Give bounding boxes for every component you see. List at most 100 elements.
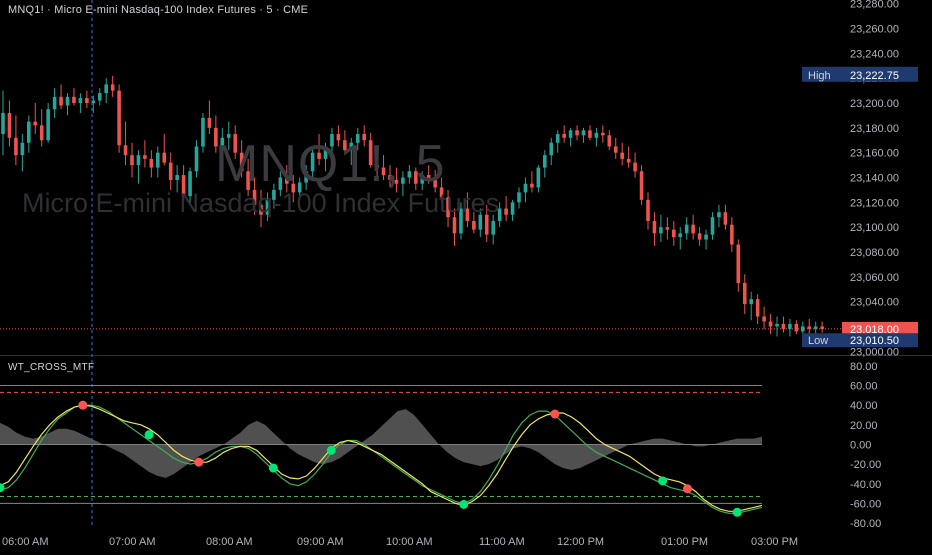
candle-body — [594, 132, 599, 138]
oscillator-axis-tick: -80.00 — [850, 518, 881, 530]
high-label-text: High — [808, 70, 831, 82]
candle-body — [517, 192, 521, 203]
price-axis-tick: 23,280.00 — [850, 0, 899, 11]
candle-body — [14, 137, 18, 156]
candle-body — [201, 117, 205, 147]
candle-body — [684, 224, 689, 234]
price-axis-tick: 23,100.00 — [850, 222, 899, 234]
price-axis-tick: 23,160.00 — [850, 148, 899, 160]
candle-body — [104, 84, 108, 94]
candle-body — [665, 227, 670, 230]
oscillator-axis-tick: 0.00 — [850, 439, 871, 451]
candle-body — [781, 323, 786, 329]
candle-body — [749, 299, 753, 305]
price-axis-tick: 23,240.00 — [850, 48, 899, 60]
candle-body — [65, 96, 70, 106]
candle-body — [168, 162, 173, 180]
candle-body — [149, 158, 154, 168]
candle-body — [613, 146, 618, 153]
chart-svg[interactable]: 23,280.0023,260.0023,240.0023,220.0023,2… — [0, 0, 932, 550]
time-axis-tick: 03:00 PM — [751, 536, 798, 548]
candle-body — [794, 323, 799, 332]
time-axis-tick: 09:00 AM — [297, 536, 343, 548]
candle-body — [123, 145, 128, 156]
high-value-text: 23,222.75 — [850, 70, 899, 82]
price-axis-tick: 23,000.00 — [850, 346, 899, 358]
candle-body — [704, 234, 708, 240]
candle-body — [555, 134, 560, 143]
candle-body — [588, 130, 592, 138]
candle-body — [659, 227, 663, 234]
candle-body — [755, 299, 760, 317]
candle-body — [491, 220, 495, 235]
candle-body — [46, 109, 50, 141]
candle-body — [736, 244, 741, 284]
candle-body — [652, 220, 657, 234]
indicator-title[interactable]: WT_CROSS_MTF — [8, 362, 94, 373]
candle-body — [646, 199, 650, 221]
candle-body — [194, 146, 199, 172]
candle-body — [7, 112, 12, 138]
candle-body — [723, 212, 728, 225]
price-axis-tick: 23,140.00 — [850, 173, 899, 185]
candle-body — [20, 142, 25, 156]
candle-body — [156, 152, 160, 168]
candle-body — [697, 233, 702, 240]
time-axis-tick: 01:00 PM — [661, 536, 708, 548]
candle-body — [710, 217, 715, 235]
oscillator-axis-tick: 80.00 — [850, 361, 878, 373]
candle-body — [504, 208, 508, 215]
cross-dot-green — [268, 463, 278, 473]
candle-body — [620, 152, 624, 159]
candle-body — [575, 130, 579, 136]
price-axis-tick: 23,080.00 — [850, 247, 899, 259]
low-value-text: 23,010.50 — [850, 335, 899, 347]
candle-body — [536, 167, 541, 188]
candle-body — [143, 155, 147, 159]
cross-dot-red — [550, 409, 560, 419]
candle-body — [601, 132, 605, 136]
candle-body — [59, 96, 63, 106]
oscillator-axis-tick: 60.00 — [850, 381, 878, 393]
candle-body — [633, 162, 637, 172]
candle-body — [1, 112, 5, 135]
candle-body — [175, 175, 179, 180]
candle-body — [136, 155, 141, 166]
oscillator-axis-tick: 20.00 — [850, 420, 878, 432]
cross-dot-green — [144, 430, 154, 440]
candle-body — [78, 98, 83, 104]
price-axis-tick: 23,200.00 — [850, 98, 899, 110]
candle-body — [39, 125, 44, 141]
candle-body — [27, 121, 31, 143]
candle-body — [530, 183, 534, 188]
oscillator-axis-tick: -20.00 — [850, 459, 881, 471]
candle-body — [110, 84, 115, 91]
oscillator-axis-tick: -40.00 — [850, 479, 881, 491]
candle-body — [672, 229, 676, 238]
candle-body — [117, 90, 121, 146]
candle-body — [717, 212, 721, 218]
time-axis-tick: 11:00 AM — [479, 536, 525, 548]
candle-body — [91, 100, 96, 104]
chart-root: 23,280.0023,260.0023,240.0023,220.0023,2… — [0, 0, 932, 550]
candle-body — [543, 155, 547, 168]
symbol-header[interactable]: MNQ1! · Micro E-mini Nasdaq-100 Index Fu… — [8, 4, 308, 16]
price-axis-tick: 23,260.00 — [850, 24, 899, 36]
watermark-description: Micro E-mini Nasdaq-100 Index Futures — [22, 188, 500, 218]
candle-body — [568, 130, 573, 138]
candle-body — [52, 96, 57, 110]
low-label-text: Low — [808, 335, 828, 347]
candle-body — [85, 98, 89, 104]
candle-body — [691, 224, 695, 234]
oscillator-axis-tick: 40.00 — [850, 400, 878, 412]
candle-body — [762, 316, 766, 322]
candle-body — [678, 233, 683, 238]
wt-histogram-area — [0, 409, 762, 478]
watermark-symbol: MNQ1!, 5 — [215, 135, 446, 193]
candle-body — [607, 135, 612, 147]
cross-dot-green — [732, 507, 742, 517]
candle-body — [775, 323, 779, 327]
candle-body — [626, 158, 631, 163]
price-axis-tick: 23,120.00 — [850, 197, 899, 209]
candle-body — [549, 142, 554, 156]
